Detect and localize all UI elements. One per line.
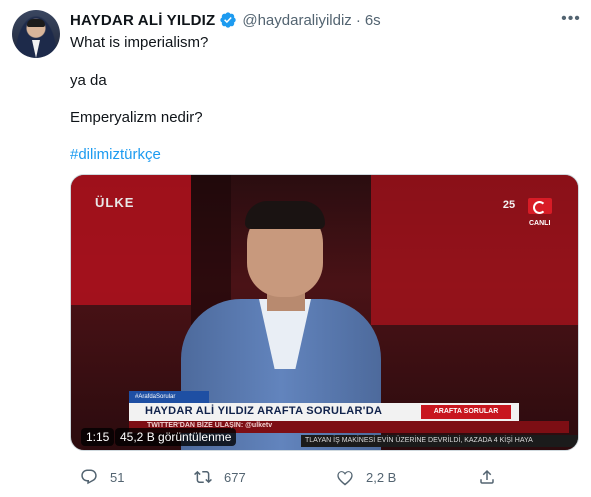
hashtag-link[interactable]: #dilimiztürkçe bbox=[70, 146, 161, 163]
tweet-header: HAYDAR ALİ YILDIZ @haydaraliyildiz · 6s bbox=[70, 10, 381, 30]
tweet-text-line-3: Emperyalizm nedir? bbox=[70, 109, 203, 126]
reply-icon bbox=[81, 469, 97, 485]
channel-logo: ÜLKE bbox=[95, 195, 135, 210]
heart-icon bbox=[337, 471, 353, 486]
anniversary-logo: 25 bbox=[502, 199, 516, 211]
flag-icon bbox=[528, 198, 552, 214]
tweet-timestamp[interactable]: 6s bbox=[365, 12, 381, 29]
lower-third-title: HAYDAR ALİ YILDIZ ARAFTA SORULAR'DA bbox=[145, 405, 383, 417]
author-name[interactable]: HAYDAR ALİ YILDIZ bbox=[70, 12, 215, 29]
video-duration-badge: 1:15 bbox=[81, 428, 115, 446]
avatar-shirt bbox=[32, 40, 40, 58]
reply-count: 51 bbox=[110, 469, 125, 485]
retweet-button[interactable]: 677 bbox=[194, 466, 246, 488]
tweet-text-line-2: ya da bbox=[70, 72, 107, 89]
author-handle[interactable]: @haydaraliyildiz bbox=[242, 12, 351, 29]
retweet-count: 677 bbox=[224, 469, 246, 485]
like-count: 2,2 B bbox=[366, 469, 397, 485]
reply-button[interactable]: 51 bbox=[80, 466, 124, 488]
lower-third-tag: ARAFTA SORULAR bbox=[421, 405, 511, 419]
more-options-icon[interactable]: ••• bbox=[560, 8, 582, 30]
avatar-hair bbox=[27, 19, 45, 27]
like-button[interactable]: 2,2 B bbox=[336, 466, 396, 488]
share-button[interactable] bbox=[478, 466, 508, 488]
separator-dot: · bbox=[355, 11, 361, 29]
presenter-hair bbox=[245, 201, 325, 229]
tweet: HAYDAR ALİ YILDIZ @haydaraliyildiz · 6s … bbox=[0, 0, 591, 497]
verified-badge-icon bbox=[219, 11, 237, 29]
live-label: CANLI bbox=[529, 220, 551, 227]
action-bar: 51 677 2,2 B bbox=[68, 466, 498, 488]
lower-third-hashtag: #ArafdaSorular bbox=[129, 391, 209, 403]
avatar[interactable] bbox=[12, 10, 60, 58]
retweet-icon bbox=[194, 470, 212, 484]
video-views-badge: 45,2 B görüntülenme bbox=[115, 428, 237, 446]
tweet-text-line-1: What is imperialism? bbox=[70, 34, 209, 51]
news-ticker: TLAYAN İŞ MAKİNESİ EVİN ÜZERİNE DEVRİLDİ… bbox=[301, 435, 578, 447]
video-player[interactable]: ÜLKE 25 CANLI #ArafdaSorular HAYDAR ALİ … bbox=[70, 174, 579, 451]
share-icon bbox=[480, 469, 494, 484]
